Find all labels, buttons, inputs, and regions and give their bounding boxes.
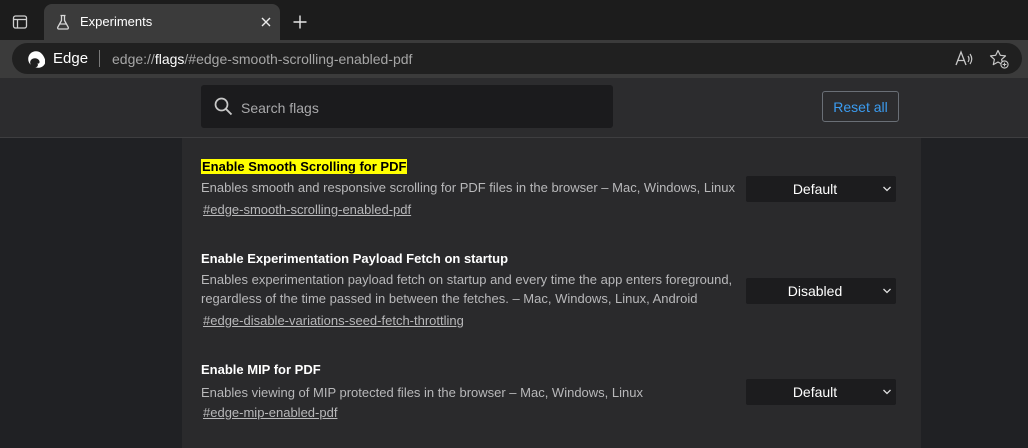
edge-brand-label: Edge: [53, 50, 89, 67]
tab-close-button[interactable]: [258, 14, 274, 30]
flag-state-select[interactable]: Default: [746, 379, 896, 405]
chevron-down-icon: [883, 389, 891, 395]
edge-logo-icon: [28, 51, 45, 68]
flag-state-value: Default: [792, 181, 838, 197]
flags-header: Reset all: [0, 78, 1028, 138]
read-aloud-button[interactable]: [953, 48, 975, 70]
flag-anchor-link[interactable]: #edge-disable-variations-seed-fetch-thro…: [203, 313, 464, 328]
url-host: flags: [154, 51, 185, 67]
flask-icon: [57, 14, 69, 30]
url-path: /#edge-smooth-scrolling-enabled-pdf: [184, 51, 413, 67]
flag-anchor-link[interactable]: #edge-mip-enabled-pdf: [203, 405, 337, 420]
address-bar[interactable]: Edge edge://flags/#edge-smooth-scrolling…: [12, 43, 1022, 74]
read-aloud-icon: [955, 50, 973, 66]
flag-state-select[interactable]: Default: [746, 176, 896, 202]
flag-title: Enable MIP for PDF: [201, 362, 321, 377]
url-text[interactable]: edge://flags/#edge-smooth-scrolling-enab…: [112, 51, 412, 67]
close-icon: [261, 17, 271, 27]
toolbar: Edge edge://flags/#edge-smooth-scrolling…: [0, 40, 1028, 78]
flag-title: Enable Experimentation Payload Fetch on …: [201, 251, 509, 266]
tab-strip: Experiments: [0, 0, 1028, 40]
chevron-down-icon: [883, 186, 891, 192]
flag-state-value: Disabled: [787, 283, 843, 299]
flag-state-value: Default: [792, 384, 838, 400]
url-scheme: edge://: [112, 51, 155, 67]
search-icon: [214, 97, 233, 116]
search-input[interactable]: [239, 85, 603, 130]
favorites-button[interactable]: [988, 48, 1010, 70]
flag-title: Enable Smooth Scrolling for PDF: [201, 159, 408, 174]
tab-experiments[interactable]: Experiments: [44, 4, 280, 40]
flag-description: Enables smooth and responsive scrolling …: [201, 180, 735, 195]
flag-item: Enable MIP for PDF Enables viewing of MI…: [182, 362, 921, 432]
flag-description: Enables viewing of MIP protected files i…: [201, 385, 643, 400]
chevron-down-icon: [883, 288, 891, 294]
flag-state-select[interactable]: Disabled: [746, 278, 896, 304]
flag-item: Enable Smooth Scrolling for PDF Enables …: [182, 158, 921, 228]
favorites-icon: [989, 49, 1009, 69]
flags-page: Reset all Enable Smooth Scrolling for PD…: [0, 78, 1028, 448]
flag-item: Enable Experimentation Payload Fetch on …: [182, 251, 921, 341]
flag-description: Enables experimentation payload fetch on…: [201, 272, 733, 306]
new-tab-button[interactable]: [288, 10, 312, 34]
search-box[interactable]: [201, 85, 613, 130]
omnibox-divider: [99, 50, 100, 67]
tab-actions-icon: [12, 15, 28, 29]
plus-icon: [293, 15, 307, 29]
flag-anchor-link[interactable]: #edge-smooth-scrolling-enabled-pdf: [203, 202, 411, 217]
tab-title: Experiments: [80, 14, 153, 29]
reset-all-button[interactable]: Reset all: [822, 91, 899, 122]
flags-list: Enable Smooth Scrolling for PDF Enables …: [182, 138, 921, 448]
tab-actions-button[interactable]: [6, 8, 34, 36]
